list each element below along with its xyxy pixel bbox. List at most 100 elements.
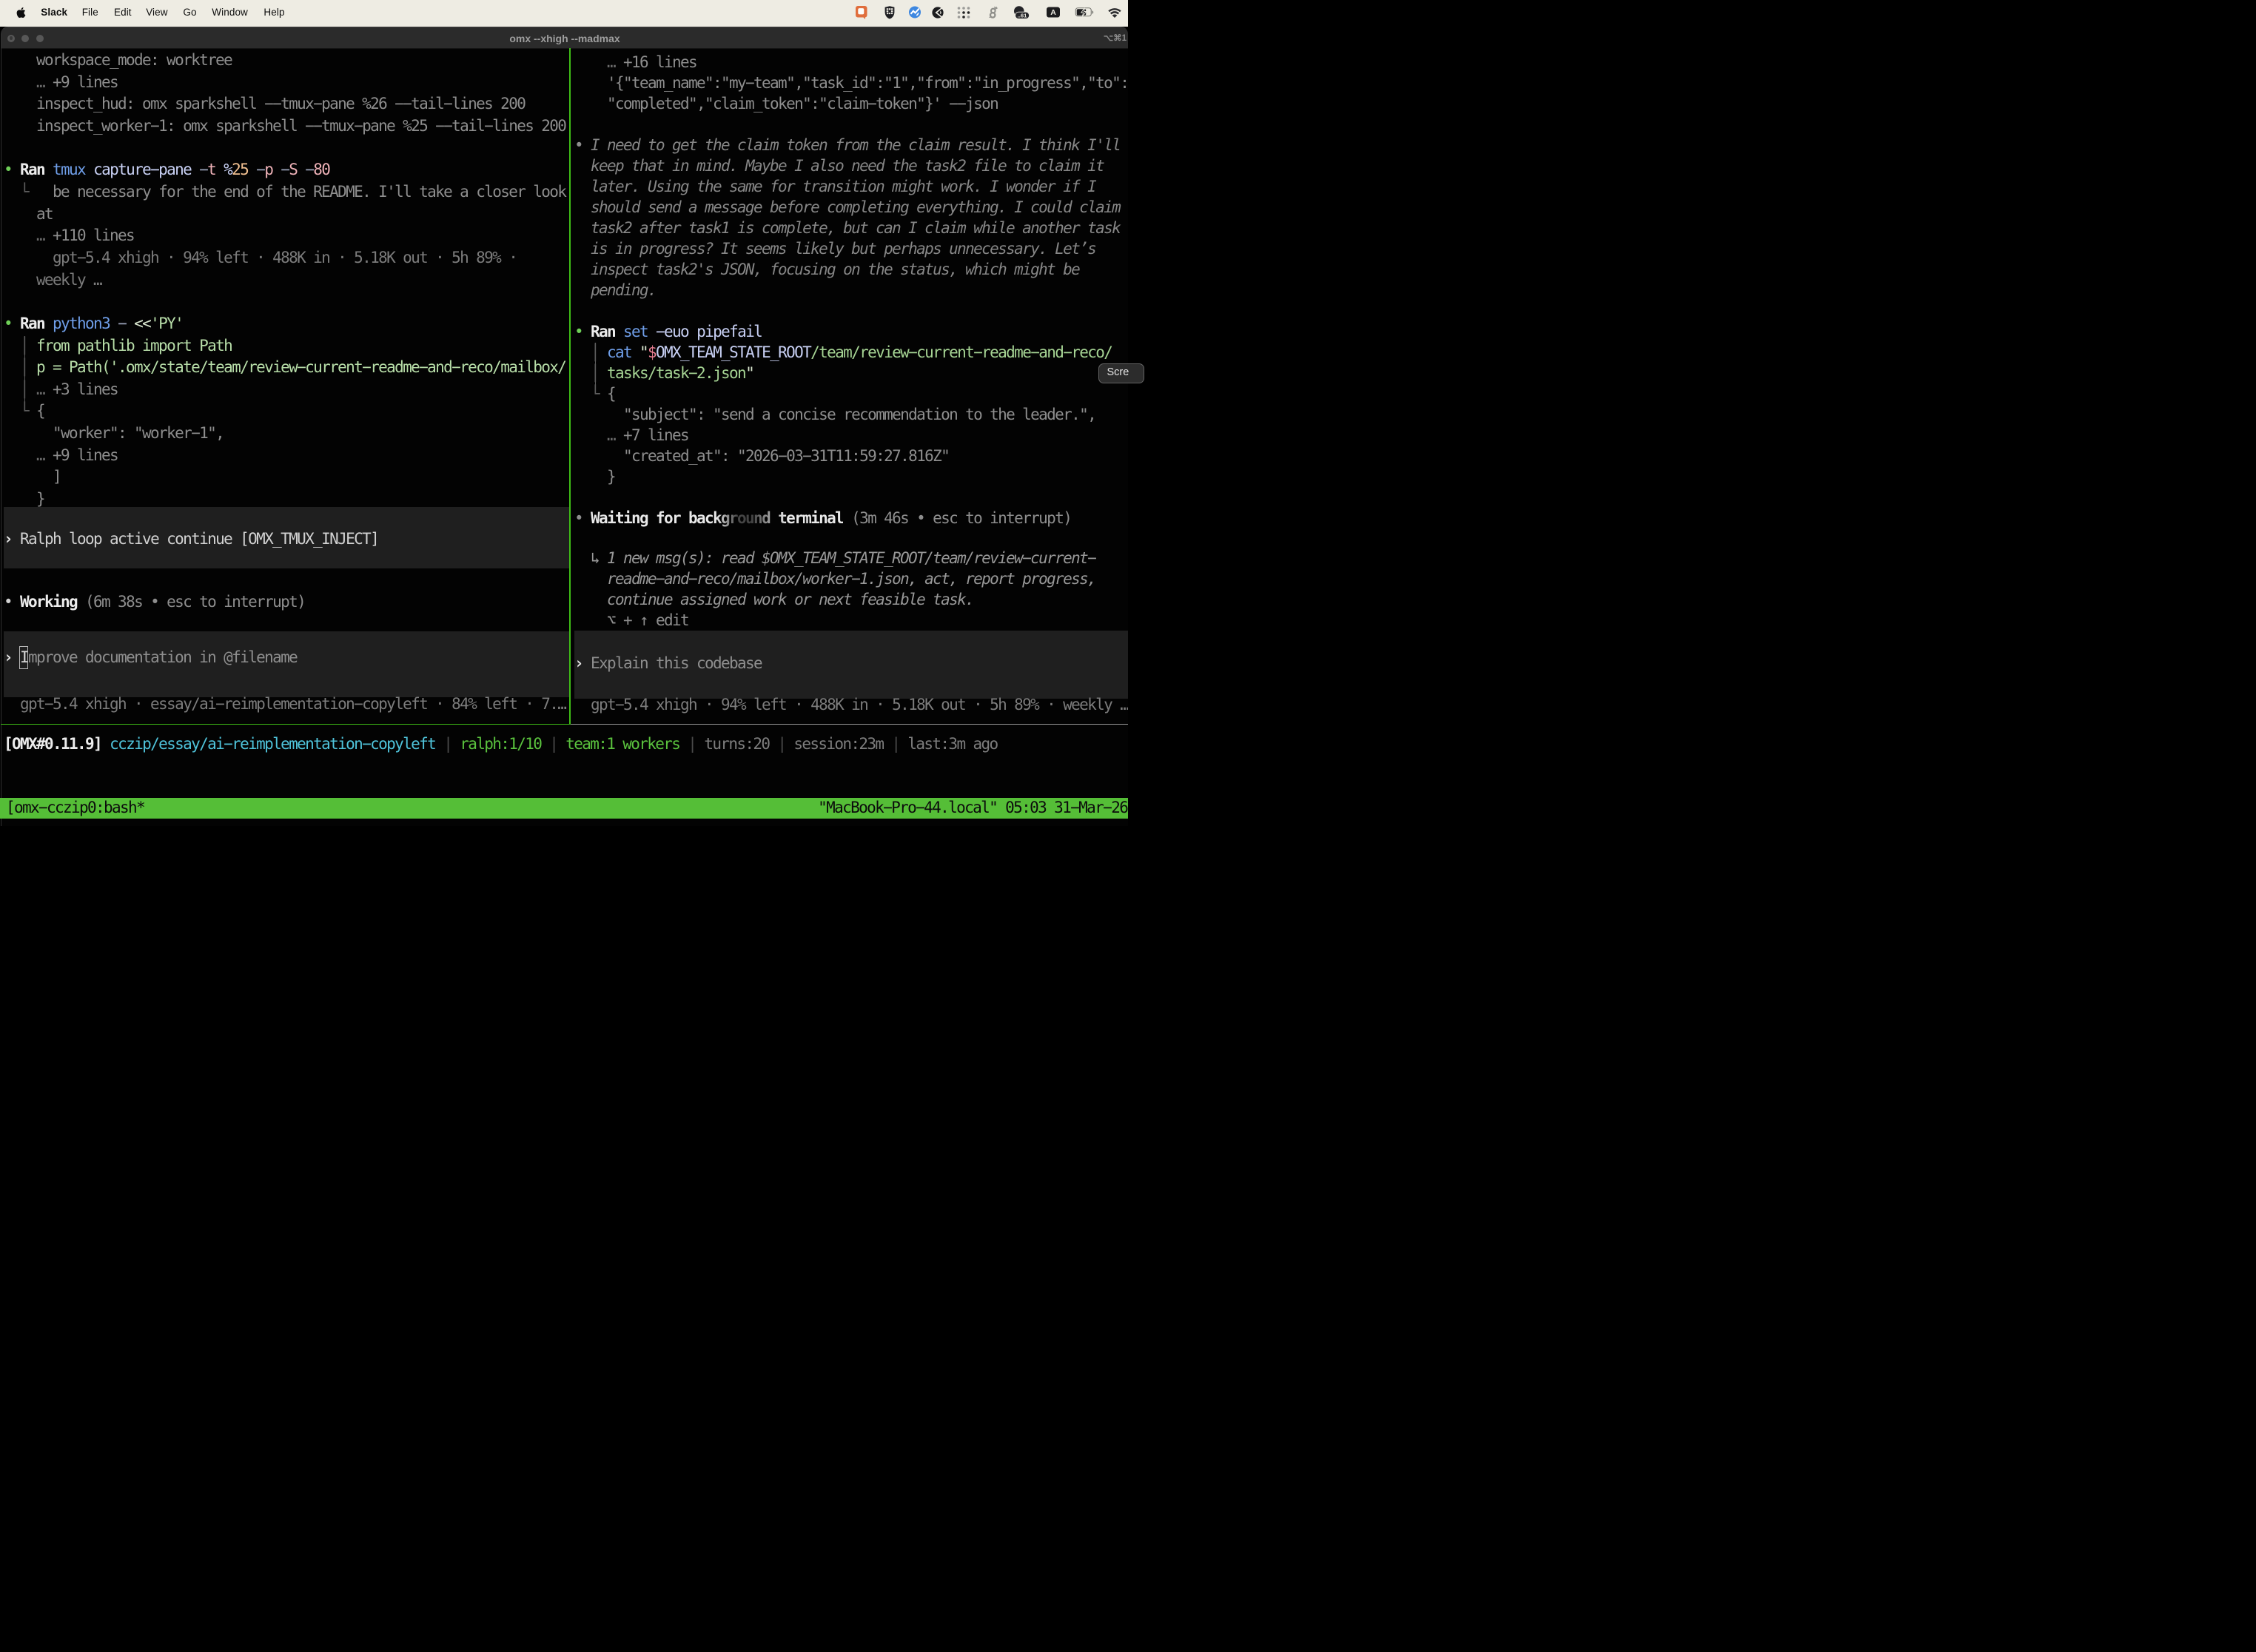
menu-item-edit[interactable]: Edit xyxy=(114,0,132,27)
row-segment: ⌥ + ↑ edit xyxy=(574,611,688,629)
row-segment: Ran xyxy=(591,323,615,340)
row-segment: | xyxy=(679,735,704,753)
row-segment: › xyxy=(4,530,20,548)
chat-app-icon[interactable] xyxy=(856,0,868,26)
seahorse-icon[interactable] xyxy=(988,0,998,26)
terminal-row: • Ran python3 − <<'PY' xyxy=(4,313,183,335)
row-segment: 80 xyxy=(313,161,329,178)
terminal-row: workspace_mode: worktree xyxy=(4,50,232,72)
terminal-row: … +110 lines xyxy=(4,225,134,247)
row-segment: Working xyxy=(20,593,77,611)
omx-status-line: [OMX#0.11.9] cczip/essay/ai−reimplementa… xyxy=(0,733,1036,754)
row-segment: − xyxy=(297,161,313,178)
terminal-row: │ … +3 lines xyxy=(4,379,118,401)
menu-item-view[interactable]: View xyxy=(146,0,167,27)
apple-icon[interactable] xyxy=(16,7,26,22)
terminal-row: │ p = Path('.omx/state/team/review−curre… xyxy=(4,357,565,379)
row-segment: should send a message before completing … xyxy=(574,198,1120,216)
row-segment: +16 lines xyxy=(623,53,696,71)
row-segment: │ xyxy=(4,358,36,376)
row-segment: │ xyxy=(4,337,36,355)
tmux-status-bar: [omx−cczip0:bash* "MacBook−Pro−44.local"… xyxy=(0,798,1128,819)
row-segment: /team/review−current−readme−and−reco/ xyxy=(810,343,1112,361)
row-segment: │ xyxy=(574,343,607,361)
svg-text:..61: ..61 xyxy=(1018,12,1027,19)
terminal-row: keep that in mind. Maybe I also need the… xyxy=(574,155,1104,176)
row-segment: │ xyxy=(4,380,36,398)
row-segment: | xyxy=(883,735,907,753)
row-segment xyxy=(101,735,110,753)
terminal-row: at xyxy=(4,204,53,226)
terminal-row: ↳ 1 new msg(s): read $OMX_TEAM_STATE_ROO… xyxy=(574,548,1095,568)
input-source-icon[interactable]: A xyxy=(1046,0,1060,26)
tmux-session-label: [omx−cczip0:bash* xyxy=(6,798,144,819)
tree-connector-line xyxy=(595,343,596,386)
blue-pulse-icon[interactable] xyxy=(908,0,921,26)
row-segment: inspect_hud: omx sparkshell −−tmux−pane … xyxy=(4,95,525,113)
row-segment: cczip/essay/ai−reimplementation−copyleft xyxy=(110,735,435,753)
row-segment: • xyxy=(574,323,591,340)
row-segment: … xyxy=(574,426,623,444)
pane-divider[interactable] xyxy=(569,48,570,725)
row-segment: "completed","claim_token":"claim−token"}… xyxy=(574,95,998,113)
terminal-row: pending. xyxy=(574,280,656,300)
terminal-row: gpt−5.4 xhigh · 94% left · 488K in · 5.1… xyxy=(4,247,517,269)
menu-app-name[interactable]: Slack xyxy=(41,0,67,27)
row-segment: − xyxy=(272,161,289,178)
row-segment: { xyxy=(607,385,615,403)
text-cursor: I xyxy=(20,648,28,666)
window-title-bar[interactable]: omx --xhigh --madmax ⌥⌘1 xyxy=(1,27,1128,49)
row-segment: └ xyxy=(574,385,607,403)
row-segment: ] xyxy=(4,468,61,486)
tmux-pane-right[interactable]: … +16 lines '{"team_name":"my−team","tas… xyxy=(571,48,1128,724)
row-segment: is in progress? It seems likely but perh… xyxy=(574,240,1095,258)
prompt-box-row: › Ralph loop active continue [OMX_TMUX_I… xyxy=(4,528,378,551)
row-segment: Explain this codebase xyxy=(591,654,762,672)
screen-overlay-button[interactable]: Scre xyxy=(1098,363,1144,383)
row-segment: keep that in mind. Maybe I also need the… xyxy=(574,157,1104,175)
cloud-badge-icon[interactable]: ..61 xyxy=(1013,0,1030,26)
terminal-row: weekly … xyxy=(4,269,101,292)
row-segment: • xyxy=(574,136,591,154)
row-segment: python3 xyxy=(53,315,110,332)
terminal-row: "worker": "worker−1", xyxy=(4,423,224,445)
back-circle-icon[interactable] xyxy=(932,0,944,26)
row-segment: [OMX#0.11.9] xyxy=(4,735,101,753)
menu-item-window[interactable]: Window xyxy=(212,0,248,27)
terminal-row: inspect task2's JSON, focusing on the st… xyxy=(574,259,1079,280)
row-segment: • xyxy=(4,593,20,611)
row-segment: +7 lines xyxy=(623,426,688,444)
row-segment: gpt−5.4 xhigh · 94% left · 488K in · 5.1… xyxy=(4,249,517,266)
row-segment: … xyxy=(574,53,623,71)
row-segment: workspace_mode: worktree xyxy=(4,51,232,69)
row-segment: Ran xyxy=(20,161,44,178)
terminal-row: … +9 lines xyxy=(4,445,118,467)
row-segment: └ xyxy=(4,402,36,420)
row-segment: tasks/task−2.json xyxy=(607,364,745,382)
terminal-row: } xyxy=(574,466,615,487)
shield-grid-icon[interactable] xyxy=(884,0,895,26)
menu-item-help[interactable]: Help xyxy=(263,0,284,27)
window-shortcut-badge: ⌥⌘1 xyxy=(1104,27,1127,49)
row-segment: be necessary for the end of the README. … xyxy=(53,183,565,201)
terminal-row: … +7 lines xyxy=(574,425,688,446)
row-segment: "worker": "worker−1", xyxy=(4,424,224,442)
pane-status-row: gpt−5.4 xhigh · 94% left · 488K in · 5.1… xyxy=(574,694,1128,715)
tmux-pane-left[interactable]: workspace_mode: worktree … +9 lines insp… xyxy=(0,48,569,724)
row-segment: % xyxy=(215,161,232,178)
row-segment: readme−and−reco/mailbox/worker−1.json, a… xyxy=(574,570,1095,588)
wifi-icon[interactable] xyxy=(1107,0,1121,26)
terminal-row: ] xyxy=(4,466,61,488)
menu-item-go[interactable]: Go xyxy=(183,0,196,27)
omx-status-row: [OMX#0.11.9] cczip/essay/ai−reimplementa… xyxy=(4,733,997,756)
dots-grid-icon[interactable] xyxy=(956,0,970,26)
row-segment: … xyxy=(4,73,53,91)
menu-item-file[interactable]: File xyxy=(82,0,98,27)
terminal-row: │ from pathlib import Path xyxy=(4,335,232,357)
row-segment: team:1 workers xyxy=(565,735,679,753)
battery-charging-icon[interactable] xyxy=(1075,0,1094,26)
row-segment: "created_at": "2026−03−31T11:59:27.816Z" xyxy=(574,447,949,465)
row-segment xyxy=(615,323,623,340)
terminal-row: "completed","claim_token":"claim−token"}… xyxy=(574,93,998,114)
row-segment: +9 lines xyxy=(53,73,118,91)
